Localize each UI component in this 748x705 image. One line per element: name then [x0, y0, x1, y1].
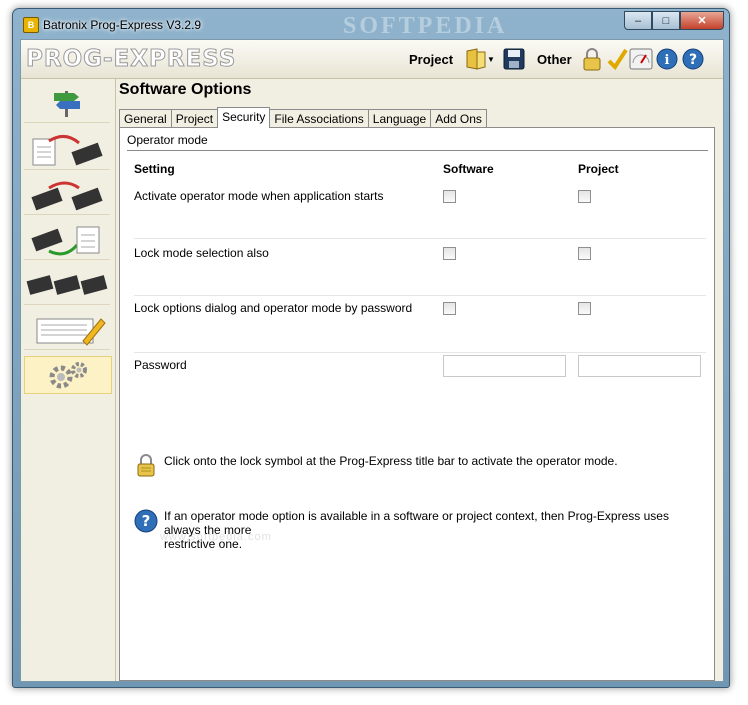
tab-language[interactable]: Language: [367, 109, 432, 128]
setting-label-activate-operator-mode: Activate operator mode when application …: [134, 189, 384, 203]
sidebar-item-read-chip-to-file[interactable]: [24, 221, 110, 260]
info-icon: i: [656, 48, 678, 70]
gauge-toolbar-button[interactable]: [629, 46, 653, 72]
lock-options-dialog-software-checkbox[interactable]: [443, 302, 456, 315]
lock-options-dialog-project-checkbox[interactable]: [578, 302, 591, 315]
chevron-down-icon: ▼: [487, 54, 495, 64]
password-label: Password: [134, 358, 187, 372]
group-divider: [127, 150, 708, 151]
tab-project[interactable]: Project: [170, 109, 219, 128]
main-content: Software Options General Project Securit…: [117, 79, 723, 681]
project-dropdown-button[interactable]: ▼: [485, 46, 497, 72]
lock-icon: [583, 48, 601, 71]
tab-bar: General Project Security File Associatio…: [119, 107, 487, 128]
document-pencil-icon: [36, 318, 106, 346]
svg-text:?: ?: [142, 512, 151, 530]
lock-icon: [137, 454, 155, 477]
sidebar-item-settings[interactable]: [24, 356, 112, 394]
help-toolbar-button[interactable]: ?: [681, 46, 705, 72]
minimize-icon: –: [634, 14, 642, 27]
help-icon: ?: [682, 48, 704, 70]
folder-open-icon: [466, 48, 486, 70]
group-title: Operator mode: [127, 133, 208, 147]
chip-to-file-icon: [31, 226, 100, 256]
info-toolbar-button[interactable]: i: [655, 46, 679, 72]
lock-toolbar-button[interactable]: [580, 46, 604, 72]
column-header-software: Software: [443, 162, 494, 176]
gears-icon: [49, 362, 87, 389]
other-label: Other: [537, 52, 572, 67]
lock-mode-selection-project-checkbox[interactable]: [578, 247, 591, 260]
application-window: B Batronix Prog-Express V3.2.9 SOFTPEDIA…: [12, 8, 730, 688]
sidebar-item-signpost[interactable]: [24, 82, 110, 123]
row-divider: [134, 352, 706, 353]
tab-general[interactable]: General: [119, 109, 172, 128]
activate-operator-mode-software-checkbox[interactable]: [443, 190, 456, 203]
security-panel: Operator mode Setting Software Project A…: [119, 127, 715, 681]
minimize-button[interactable]: –: [624, 11, 652, 30]
page-title: Software Options: [119, 81, 252, 98]
password-software-input[interactable]: [443, 355, 566, 377]
lock-mode-selection-software-checkbox[interactable]: [443, 247, 456, 260]
options-toolbar-button[interactable]: [605, 46, 629, 72]
sidebar: [21, 79, 116, 681]
floppy-disk-icon: [503, 48, 525, 70]
gauge-icon: [629, 48, 653, 70]
tab-security[interactable]: Security: [217, 107, 271, 128]
app-logo: PROG-EXPRESS: [25, 46, 237, 73]
chip-to-chip-icon: [31, 181, 103, 211]
column-header-project: Project: [578, 162, 619, 176]
sidebar-item-multi-chip[interactable]: [24, 266, 110, 305]
operator-mode-help-text: If an operator mode option is available …: [164, 509, 704, 551]
app-icon[interactable]: B: [23, 17, 39, 33]
svg-text:i: i: [665, 53, 670, 68]
column-header-setting: Setting: [134, 162, 175, 176]
maximize-icon: □: [662, 14, 670, 27]
close-button[interactable]: ✕: [680, 11, 724, 30]
watermark: SOFTPEDIA: [343, 13, 508, 39]
checkmark-pen-icon: [607, 48, 628, 71]
sidebar-item-hex-editor[interactable]: [24, 311, 110, 350]
watermark-url: www.softpedia.com: [160, 531, 272, 543]
client-area: PROG-EXPRESS Project ▼ Other i ? Softwar…: [20, 39, 724, 682]
chips-icon: [26, 275, 108, 295]
file-to-chip-icon: [32, 135, 103, 166]
row-divider: [134, 238, 706, 239]
window-title: Batronix Prog-Express V3.2.9: [43, 18, 202, 32]
save-project-button[interactable]: [502, 46, 526, 72]
maximize-button[interactable]: □: [652, 11, 680, 30]
sidebar-item-write-file-to-chip[interactable]: [24, 131, 110, 170]
row-divider: [134, 295, 706, 296]
activate-operator-mode-project-checkbox[interactable]: [578, 190, 591, 203]
signpost-icon: [54, 91, 80, 117]
tab-file-associations[interactable]: File Associations: [269, 109, 369, 128]
title-bar[interactable]: B Batronix Prog-Express V3.2.9 SOFTPEDIA…: [13, 9, 729, 39]
svg-text:?: ?: [689, 52, 697, 68]
setting-label-lock-mode-selection: Lock mode selection also: [134, 246, 269, 260]
toolbar: PROG-EXPRESS Project ▼ Other i ?: [21, 40, 723, 79]
help-icon: ?: [134, 509, 158, 533]
project-label: Project: [409, 52, 454, 67]
password-project-input[interactable]: [578, 355, 701, 377]
close-icon: ✕: [697, 15, 707, 27]
setting-label-lock-options-dialog: Lock options dialog and operator mode by…: [134, 301, 413, 315]
lock-hint-text: Click onto the lock symbol at the Prog-E…: [164, 454, 618, 468]
tab-add-ons[interactable]: Add Ons: [430, 109, 487, 128]
sidebar-item-copy-chip[interactable]: [24, 176, 110, 215]
